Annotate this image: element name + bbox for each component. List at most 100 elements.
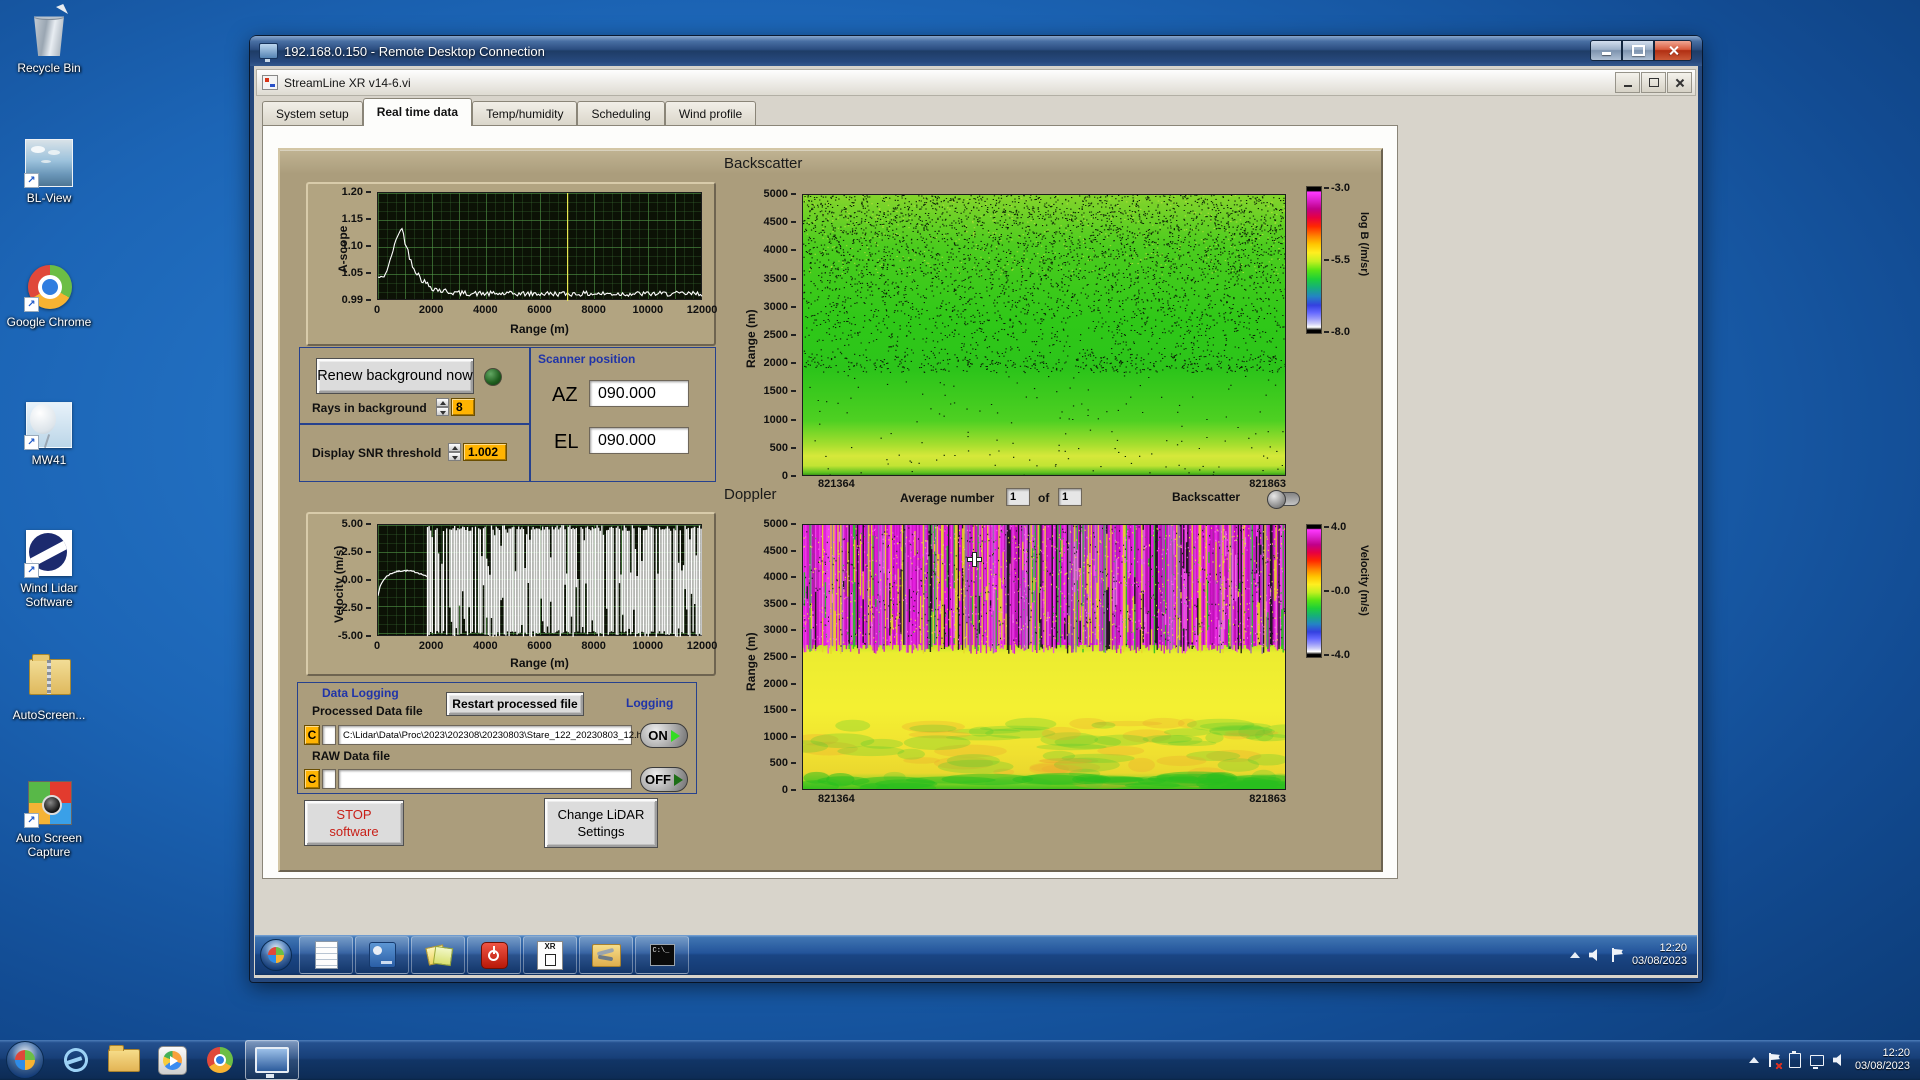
taskbar-button-command-prompt[interactable]: C:\_: [635, 936, 689, 974]
backscatter-colorbar[interactable]: [1306, 186, 1322, 334]
shortcut-arrow-icon: ↗: [24, 297, 39, 312]
taskbar-button-streamline-xr[interactable]: XR: [523, 936, 577, 974]
change-settings-line2: Settings: [577, 824, 625, 839]
shortcut-arrow-icon: ↗: [24, 563, 39, 578]
backscatter-x-start: 821364: [818, 478, 855, 490]
taskbar-button-internet-explorer[interactable]: [53, 1041, 99, 1079]
x-tick-label: 12000: [686, 640, 718, 652]
remote-clock[interactable]: 12:20 03/08/2023: [1632, 942, 1687, 968]
colorbar-tick: -4.0: [1324, 649, 1350, 661]
vi-close-button[interactable]: [1667, 72, 1692, 93]
taskbar-button-media-player[interactable]: [149, 1041, 195, 1079]
action-center-flag-icon[interactable]: [1768, 1053, 1780, 1067]
backscatter-plot-area[interactable]: [802, 194, 1286, 476]
restart-processed-file-button[interactable]: Restart processed file: [446, 692, 584, 716]
taskbar-button-file-explorer[interactable]: [101, 1041, 147, 1079]
taskbar-button-notepad[interactable]: [299, 936, 353, 974]
internet-explorer-icon: [60, 1044, 92, 1076]
desktop-icon-autoscreen-zip[interactable]: AutoScreen...: [0, 654, 98, 722]
x-tick-label: 2000: [418, 304, 444, 316]
velocity-plot-area[interactable]: [377, 524, 702, 637]
desktop-icon-label: MW41: [31, 453, 67, 467]
minimize-button[interactable]: [1590, 40, 1622, 61]
average-total-field[interactable]: 1: [1058, 488, 1082, 506]
taskbar-button-file-tools[interactable]: [579, 936, 633, 974]
doppler-graph[interactable]: Range (m) 821364 821863 5000 4500 4000 3…: [738, 512, 1302, 818]
processed-browse-icon[interactable]: [322, 725, 336, 745]
show-hidden-icons-button[interactable]: [1748, 1057, 1759, 1063]
rdp-titlebar[interactable]: 192.168.0.150 - Remote Desktop Connectio…: [250, 36, 1702, 66]
velocity-x-axis-label: Range (m): [510, 656, 569, 670]
raw-path-field[interactable]: [338, 769, 632, 789]
desktop-icon-google-chrome[interactable]: ↗ Google Chrome: [0, 262, 98, 329]
colorbar-tick: 4.0: [1324, 521, 1346, 533]
media-player-icon: [157, 1045, 187, 1075]
backscatter-section-title: Backscatter: [724, 155, 803, 172]
raw-browse-icon[interactable]: [322, 769, 336, 789]
remote-start-button[interactable]: [260, 939, 292, 971]
vi-minimize-button[interactable]: [1615, 72, 1640, 93]
taskbar-button-chrome[interactable]: [197, 1041, 243, 1079]
processed-path-field[interactable]: C:\Lidar\Data\Proc\2023\202308\20230803\…: [338, 725, 649, 745]
average-number-field[interactable]: 1: [1006, 488, 1030, 506]
y-tick-label: 2000: [764, 357, 796, 369]
desktop-icon-auto-screen-capture[interactable]: ↗ Auto Screen Capture: [0, 778, 98, 859]
colorbar-tick: -5.5: [1324, 254, 1350, 266]
clipboard-icon[interactable]: [1788, 1050, 1801, 1068]
network-icon[interactable]: [1809, 1054, 1824, 1069]
taskbar-button-remote-desktop[interactable]: [245, 1040, 299, 1080]
ascope-plot-area[interactable]: [377, 192, 703, 301]
el-value-field[interactable]: 090.000: [589, 427, 689, 454]
raw-drive-selector[interactable]: C: [304, 769, 320, 789]
show-hidden-icons-button[interactable]: [1569, 952, 1580, 958]
tab-scheduling[interactable]: Scheduling: [577, 101, 665, 126]
raw-logging-off-button[interactable]: OFF: [640, 767, 688, 792]
volume-icon[interactable]: [1588, 949, 1597, 961]
recycle-bin-icon: [24, 4, 74, 58]
volume-icon[interactable]: [1832, 1054, 1841, 1066]
taskbar-button-system[interactable]: [355, 936, 409, 974]
stop-software-button[interactable]: STOP software: [304, 800, 404, 846]
tab-temp-humidity[interactable]: Temp/humidity: [472, 101, 578, 126]
ascope-graph[interactable]: A-scope Range (m) 1.20 1.15 1.10 1.05 0.99 0 2…: [306, 182, 717, 346]
snr-value-field[interactable]: 1.002: [463, 443, 507, 461]
rays-value-field[interactable]: 8: [451, 398, 475, 416]
desktop-icon-wind-lidar[interactable]: ↗ Wind Lidar Software: [0, 528, 98, 609]
desktop-icon-mw41[interactable]: ↗ MW41: [0, 400, 98, 467]
x-tick-label: 0: [373, 304, 381, 316]
rays-in-background-label: Rays in background: [312, 401, 427, 415]
processed-logging-on-button[interactable]: ON: [640, 723, 688, 748]
velocity-graph[interactable]: Velocity (m/s) Range (m) 5.00 2.50 0.00 -2.…: [306, 512, 718, 676]
tab-system-setup[interactable]: System setup: [262, 101, 363, 126]
snr-spinner[interactable]: [448, 443, 461, 461]
vi-maximize-button[interactable]: [1641, 72, 1666, 93]
desktop-icon-bl-view[interactable]: ↗ BL-View: [0, 138, 98, 205]
change-lidar-settings-button[interactable]: Change LiDAR Settings: [544, 798, 658, 848]
tab-real-time-data[interactable]: Real time data: [362, 98, 473, 126]
colorbar-tick: -8.0: [1324, 326, 1350, 338]
doppler-x-start: 821364: [818, 793, 855, 805]
colorbar-tick: -3.0: [1324, 182, 1350, 194]
doppler-plot-area[interactable]: [802, 524, 1286, 790]
backscatter-toggle-switch[interactable]: [1267, 490, 1300, 509]
processed-drive-selector[interactable]: C: [304, 725, 320, 745]
rdp-window: 192.168.0.150 - Remote Desktop Connectio…: [250, 36, 1702, 982]
desktop-icon-recycle-bin[interactable]: Recycle Bin: [0, 4, 98, 75]
rays-spinner[interactable]: [436, 398, 449, 416]
doppler-colorbar[interactable]: [1306, 524, 1322, 658]
start-button[interactable]: [6, 1041, 44, 1079]
taskbar-clock[interactable]: 12:20 03/08/2023: [1855, 1047, 1910, 1073]
vi-titlebar[interactable]: StreamLine XR v14-6.vi: [256, 69, 1696, 96]
y-tick-label: 1.20: [342, 186, 371, 198]
az-value-field[interactable]: 090.000: [589, 380, 689, 407]
maximize-button[interactable]: [1622, 40, 1654, 61]
taskbar-button-notes[interactable]: [411, 936, 465, 974]
close-button[interactable]: [1654, 40, 1692, 61]
renew-background-button[interactable]: Renew background now: [316, 358, 474, 394]
backscatter-graph[interactable]: Range (m) 821364 821863 5000 4500 4000 3…: [738, 174, 1302, 490]
tab-wind-profile[interactable]: Wind profile: [664, 101, 757, 126]
raw-data-file-label: RAW Data file: [312, 749, 391, 763]
crosshair-cursor[interactable]: [968, 553, 981, 566]
action-center-flag-icon[interactable]: [1611, 948, 1623, 962]
taskbar-button-power-app[interactable]: [467, 936, 521, 974]
